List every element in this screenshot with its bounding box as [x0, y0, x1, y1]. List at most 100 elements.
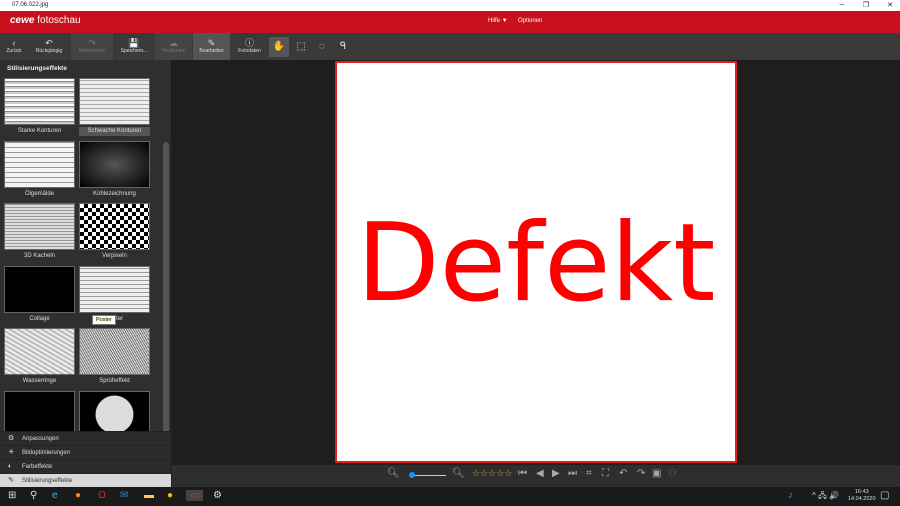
edit-button[interactable]: ✎ Bearbeiten	[193, 33, 230, 60]
label: Stilisierungseffekte	[22, 478, 73, 484]
rect-select-tool[interactable]: ⬚	[291, 37, 311, 57]
explorer-icon[interactable]: ▬	[144, 490, 154, 501]
photo-canvas[interactable]: Defekt	[335, 61, 737, 463]
effect-preview	[4, 78, 75, 125]
window-title: 07.06.022.jpg	[12, 2, 49, 8]
effect-thumbnail[interactable]: Starke Konturen	[4, 78, 75, 136]
app-icon[interactable]: ●	[167, 490, 173, 501]
effect-preview	[79, 78, 150, 125]
opera-icon[interactable]: O	[98, 490, 106, 501]
edit-icon: ✎	[207, 38, 216, 48]
effect-label: Ölgemälde	[24, 190, 54, 197]
label: Speichern...	[120, 48, 148, 54]
effect-thumbnail[interactable]: Ölgemälde	[4, 140, 75, 199]
title-bar: 07.06.022.jpg ─ ❐ ✕	[0, 0, 900, 11]
music-icon[interactable]: ♪	[788, 490, 793, 501]
zoom-slider[interactable]	[410, 475, 446, 476]
label: Farbeffekte	[22, 464, 53, 470]
lasso-tool[interactable]: ᑫ	[333, 37, 353, 57]
help-menu[interactable]: Hilfe ▼	[488, 18, 508, 24]
people-icon[interactable]: ⚇	[668, 468, 677, 479]
notifications-icon[interactable]: ▢	[880, 490, 889, 501]
undo-button[interactable]: ↶ Rückgängig	[30, 33, 68, 60]
label: Bildoptimierungen	[22, 450, 71, 456]
label: Zurück	[6, 48, 22, 54]
fullscreen-icon[interactable]: ⛶	[602, 468, 609, 479]
ellipse-select-tool[interactable]: ◌	[312, 37, 332, 57]
effect-thumbnail[interactable]: Sprüheffekt	[79, 328, 150, 386]
cloud-icon: ☁	[169, 38, 178, 48]
start-icon[interactable]: ⊞	[8, 490, 16, 501]
effect-preview	[4, 265, 75, 313]
tooltip: Poster	[92, 315, 116, 325]
settings-icon[interactable]: ⚙	[213, 490, 222, 501]
panel-color-effects[interactable]: ◐ Farbeffekte	[0, 459, 171, 473]
effect-thumbnail[interactable]: Collage	[4, 265, 75, 324]
zoom-out-icon[interactable]: 🔍︎	[387, 468, 400, 479]
sidebar-scrollbar[interactable]	[163, 142, 169, 462]
effect-thumbnail[interactable]: 3D Kacheln	[4, 203, 75, 261]
sliders-icon: ⚙	[8, 435, 15, 442]
effect-label: Collage	[29, 315, 50, 322]
redo-icon: ↷	[88, 38, 96, 48]
effects-sidebar: Stilisierungseffekte Starke Konturen Schw…	[0, 60, 171, 487]
time: 16:43	[854, 489, 869, 495]
brand: cewe	[10, 15, 35, 26]
effect-label: Wasserringe	[22, 378, 57, 384]
effect-thumbnail[interactable]: Wasserringe	[4, 328, 75, 386]
app-header: cewe fotoschau Hilfe ▼ Optionen	[0, 11, 900, 33]
effect-label: Verpixeln	[102, 253, 127, 259]
edge-icon[interactable]: e	[52, 490, 58, 501]
firefox-icon[interactable]: ●	[75, 490, 81, 501]
help-label: Hilfe	[488, 18, 501, 24]
save-button[interactable]: 💾 Speichern...	[114, 33, 154, 60]
first-icon[interactable]: ⏮	[518, 468, 527, 479]
app-name: fotoschau	[37, 15, 81, 26]
next-icon[interactable]: ▶	[552, 468, 560, 479]
fotoschau-taskbar-icon[interactable]: ▭	[186, 490, 204, 501]
search-icon[interactable]: ⚲	[30, 490, 37, 501]
effect-preview	[4, 203, 75, 250]
forward-button[interactable]: ↷ Weiterleiten	[71, 33, 113, 60]
save-icon: 💾	[128, 38, 140, 48]
effect-thumbnail[interactable]: Schwache Konturen	[79, 78, 150, 136]
photo-info-button[interactable]: ⓘ Fotodaten	[232, 33, 267, 60]
last-icon[interactable]: ⏭	[568, 468, 577, 479]
clock[interactable]: 16:43 14.04.2020	[848, 489, 876, 503]
effect-label: Kohlezeichnung	[93, 190, 136, 197]
effect-thumbnail[interactable]: Kohlezeichnung	[79, 140, 150, 199]
effect-label: Schwache Konturen	[79, 127, 150, 136]
info-icon: ⓘ	[244, 38, 254, 48]
brush-icon: ✎	[8, 477, 14, 484]
star-rating[interactable]: ☆☆☆☆☆	[472, 468, 512, 479]
sidebar-heading: Stilisierungseffekte	[7, 65, 67, 72]
zoom-slider-handle[interactable]	[409, 472, 415, 478]
outlook-icon[interactable]: ✉	[120, 490, 128, 501]
sun-icon: ☀	[8, 449, 15, 456]
maximize-button[interactable]: ❐	[856, 0, 876, 11]
rotate-left-icon[interactable]: ↶	[619, 468, 627, 479]
tray-icons[interactable]: ^ 🖧 🔊	[812, 490, 839, 504]
close-button[interactable]: ✕	[880, 0, 900, 11]
label: Weiterleiten	[78, 48, 106, 54]
toolbar: ‹ Zurück ↶ Rückgängig ↷ Weiterleiten 💾 Speic…	[0, 33, 900, 60]
taskbar: ⊞ ⚲ e ● O ✉ ▬ ● ▭ ⚙ ♪ ^ 🖧 🔊 16:43 14.04.2…	[0, 487, 900, 506]
rotate-right-icon[interactable]: ↷	[637, 468, 645, 479]
back-button[interactable]: ‹ Zurück	[0, 33, 28, 60]
panel-adjustments[interactable]: ⚙ Anpassungen	[0, 431, 171, 445]
minimize-button[interactable]: ─	[832, 0, 852, 11]
options-menu[interactable]: Optionen	[518, 18, 542, 24]
photo-text: Defekt	[356, 201, 716, 326]
prev-icon[interactable]: ◀	[536, 468, 544, 479]
effect-thumbnail[interactable]: Verpixeln	[79, 203, 150, 261]
label: Rückgängig	[35, 48, 63, 54]
upload-button[interactable]: ☁ Hochladen	[155, 33, 192, 60]
hand-tool[interactable]: ✋	[269, 37, 289, 57]
panel-image-optimization[interactable]: ☀ Bildoptimierungen	[0, 445, 171, 459]
compare-icon[interactable]: ▣	[652, 468, 661, 479]
zoom-in-icon[interactable]: 🔍︎	[452, 468, 465, 479]
label: Hochladen	[161, 48, 186, 54]
crop-icon[interactable]: ⌗	[586, 468, 592, 479]
app-logo: cewe fotoschau	[10, 15, 81, 26]
panel-stylize-effects[interactable]: ✎ Stilisierungseffekte	[0, 473, 171, 487]
